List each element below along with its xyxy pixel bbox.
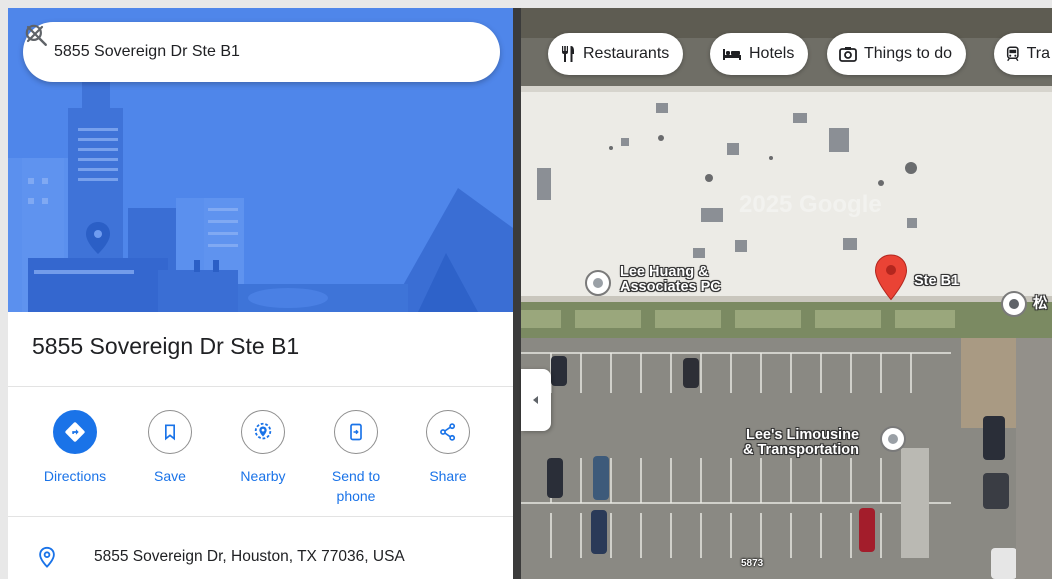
chevron-left-icon xyxy=(533,396,538,404)
collapse-panel-button[interactable] xyxy=(521,369,551,431)
map-watermark: 2025 Google xyxy=(739,191,882,218)
divider xyxy=(8,386,513,387)
location-pin-icon xyxy=(39,546,55,568)
building-number: 5873 xyxy=(741,558,764,569)
search-input[interactable]: 5855 Sovereign Dr Ste B1 xyxy=(54,22,240,82)
satellite-map[interactable]: 2025 Google Lee Huang & Associates PC Ste… xyxy=(521,8,1052,579)
directions-icon xyxy=(65,422,85,442)
camera-icon xyxy=(839,47,857,62)
chip-label: Things to do xyxy=(864,45,953,62)
poi-marker[interactable] xyxy=(880,426,906,452)
bookmark-icon xyxy=(165,424,175,441)
address-text[interactable]: 5855 Sovereign Dr, Houston, TX 77036, US… xyxy=(94,548,405,566)
nearby-button[interactable]: Nearby xyxy=(218,410,308,486)
chip-label: Restaurants xyxy=(583,45,670,62)
chip-hotels[interactable]: Hotels xyxy=(710,33,809,75)
send-to-phone-icon xyxy=(350,423,362,441)
chip-transit[interactable]: Tra xyxy=(994,33,1052,75)
chip-things-to-do[interactable]: Things to do xyxy=(827,33,967,75)
fork-knife-icon xyxy=(562,46,574,62)
bed-icon xyxy=(723,49,741,60)
poi-label-lee-huang[interactable]: Lee Huang & Associates PC xyxy=(620,265,721,295)
place-panel: 5855 Sovereign Dr Ste B1 5855 Sovereign … xyxy=(8,8,513,579)
directions-button[interactable]: Directions xyxy=(30,410,120,486)
nearby-label: Nearby xyxy=(240,468,286,484)
poi-marker[interactable] xyxy=(585,270,611,296)
pin-label[interactable]: Ste B1 xyxy=(914,274,959,289)
share-icon xyxy=(440,423,456,441)
close-icon[interactable] xyxy=(23,22,47,46)
hero-illustration: 5855 Sovereign Dr Ste B1 xyxy=(8,8,513,312)
action-buttons: Directions Save Nearby Send to phone Sha… xyxy=(30,410,500,520)
search-box[interactable]: 5855 Sovereign Dr Ste B1 xyxy=(23,22,500,82)
red-location-pin-icon[interactable] xyxy=(873,253,909,303)
nearby-icon xyxy=(254,422,272,440)
share-label: Share xyxy=(429,468,467,484)
chip-label: Tra xyxy=(1026,45,1050,62)
panel-divider xyxy=(513,8,521,579)
send-to-phone-label: Send to phone xyxy=(331,468,381,504)
share-button[interactable]: Share xyxy=(403,410,493,486)
save-button[interactable]: Save xyxy=(125,410,215,486)
poi-label-partial[interactable]: 松 xyxy=(1033,297,1048,312)
send-to-phone-button[interactable]: Send to phone xyxy=(311,410,401,506)
poi-school-marker[interactable] xyxy=(1001,291,1027,317)
divider xyxy=(8,516,513,517)
transit-icon xyxy=(1006,46,1019,62)
chip-label: Hotels xyxy=(749,45,795,62)
page-title: 5855 Sovereign Dr Ste B1 xyxy=(32,333,300,359)
directions-label: Directions xyxy=(43,468,107,484)
chip-restaurants[interactable]: Restaurants xyxy=(548,33,684,75)
save-label: Save xyxy=(154,468,186,484)
poi-label-lees-limousine[interactable]: Lee's Limousine & Transportation xyxy=(743,428,859,458)
